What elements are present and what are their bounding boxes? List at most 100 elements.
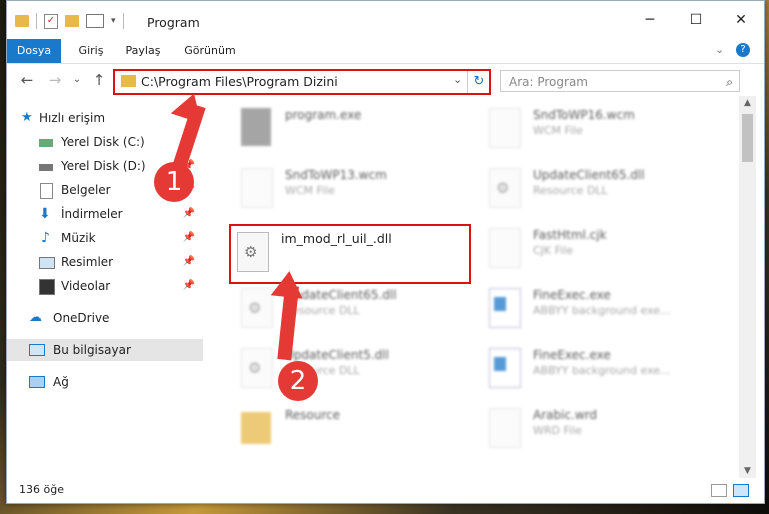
file-icon [241, 168, 273, 208]
item-count: 136 öğe [19, 483, 64, 496]
scrollbar-thumb[interactable] [742, 114, 753, 162]
file-item[interactable]: Arabic.wrd WRD File [469, 400, 709, 452]
ribbon: Dosya Giriş Paylaş Görünüm ⌄ ? [7, 39, 764, 64]
file-name: FastHtml.cjk [533, 228, 607, 242]
forward-button[interactable]: → [45, 70, 65, 90]
folder-icon [241, 412, 271, 444]
sidebar-item-label: Hızlı erişim [39, 111, 106, 125]
tab-file[interactable]: Dosya [7, 39, 61, 63]
properties-icon[interactable]: ✓ [44, 13, 58, 29]
details-view-icon[interactable] [711, 484, 727, 497]
file-item[interactable]: SndToWP13.wcm WCM File [221, 160, 461, 212]
view-icon[interactable] [86, 14, 104, 28]
file-name: program.exe [285, 108, 362, 122]
app-icon [489, 288, 521, 328]
file-type: ABBYY background exe... [533, 364, 671, 377]
file-item[interactable]: FineExec.exe ABBYY background exe... [469, 340, 709, 392]
exe-icon [241, 108, 271, 146]
step-badge-1: 1 [154, 162, 194, 202]
pin-icon: 📌 [182, 280, 195, 291]
customize-toolbar-icon[interactable]: ▾ [111, 16, 116, 26]
file-icon [489, 228, 521, 268]
pin-icon: 📌 [182, 232, 195, 243]
new-folder-icon[interactable] [65, 15, 79, 27]
sidebar-item-label: Yerel Disk (D:) [61, 159, 146, 173]
scroll-down-icon[interactable]: ▼ [739, 466, 756, 476]
divider [36, 13, 37, 29]
file-type: CJK File [533, 244, 574, 257]
sidebar-item-label: Müzik [61, 231, 96, 245]
tab-view[interactable]: Görünüm [177, 39, 243, 63]
file-name: Resource [285, 408, 341, 422]
dll-icon [489, 168, 521, 208]
folder-icon [15, 15, 29, 27]
arrowhead-icon [270, 269, 306, 299]
search-input[interactable]: Ara: Program ⌕ [500, 70, 740, 92]
star-icon: ★ [21, 110, 33, 125]
dll-icon [241, 348, 273, 388]
sidebar-item-disk-c[interactable]: Yerel Disk (C:) 📌 [7, 131, 203, 153]
music-icon: ♪ [41, 230, 50, 246]
navigation-bar: ← → ⌄ ↑ C:\Program Files\Program Dizini … [7, 64, 764, 96]
downloads-icon: ⬇ [39, 206, 51, 222]
pictures-icon [39, 257, 55, 269]
file-icon [489, 108, 521, 148]
folder-icon [121, 75, 136, 87]
vertical-scrollbar[interactable]: ▲ ▼ [739, 96, 756, 478]
file-item[interactable]: FastHtml.cjk CJK File [469, 220, 709, 272]
file-item[interactable]: UpdateClient65.dll Resource DLL [469, 160, 709, 212]
chevron-down-icon[interactable]: ⌄ [453, 73, 462, 86]
file-name: im_mod_rl_uil_.dll [281, 231, 392, 246]
sidebar-item-this-pc[interactable]: Bu bilgisayar [7, 339, 203, 361]
tiles-view-icon[interactable] [733, 484, 749, 497]
sidebar-item-label: Videolar [61, 279, 111, 293]
up-button[interactable]: ↑ [89, 70, 109, 90]
file-name: Arabic.wrd [533, 408, 598, 422]
search-placeholder: Ara: Program [509, 75, 588, 89]
file-type: WCM File [533, 124, 583, 137]
address-bar[interactable]: C:\Program Files\Program Dizini ⌄ ↻ [113, 69, 491, 95]
sidebar-item-music[interactable]: ♪ Müzik 📌 [7, 227, 203, 249]
sidebar-item-onedrive[interactable]: ☁ OneDrive [7, 307, 203, 329]
recent-locations-button[interactable]: ⌄ [67, 70, 87, 90]
minimize-button[interactable]: ─ [627, 1, 673, 39]
address-path[interactable]: C:\Program Files\Program Dizini [141, 74, 338, 89]
file-item[interactable]: program.exe [221, 100, 461, 152]
file-item[interactable]: UpdateClient5.dll Resource DLL [221, 340, 461, 392]
tab-home[interactable]: Giriş [71, 39, 111, 63]
sidebar-item-label: OneDrive [53, 311, 110, 325]
scroll-up-icon[interactable]: ▲ [739, 98, 756, 108]
sidebar-item-label: Bu bilgisayar [53, 343, 131, 357]
dll-icon [237, 232, 269, 272]
close-button[interactable]: ✕ [718, 1, 764, 39]
sidebar-item-network[interactable]: Ağ [7, 371, 203, 393]
chevron-down-icon[interactable]: ⌄ [715, 43, 724, 56]
documents-icon [40, 183, 53, 199]
highlighted-dll-file[interactable]: im_mod_rl_uil_.dll [229, 224, 471, 284]
folder-item[interactable]: Resource [221, 400, 461, 452]
sidebar-item-label: İndirmeler [61, 207, 123, 221]
file-item[interactable]: SndToWP16.wcm WCM File [469, 100, 709, 152]
back-button[interactable]: ← [17, 70, 37, 90]
drive-icon [39, 164, 53, 171]
sidebar-item-pictures[interactable]: Resimler 📌 [7, 251, 203, 273]
file-type: WCM File [285, 184, 335, 197]
dll-icon [241, 288, 273, 328]
file-name: FineExec.exe [533, 288, 611, 302]
sidebar-item-downloads[interactable]: ⬇ İndirmeler 📌 [7, 203, 203, 225]
maximize-button[interactable]: ☐ [673, 1, 719, 39]
divider [122, 13, 124, 29]
file-item[interactable]: UpdateClient65.dll Resource DLL [221, 280, 461, 332]
refresh-button[interactable]: ↻ [467, 71, 490, 93]
status-bar: 136 öğe [7, 479, 764, 501]
sidebar-item-videos[interactable]: Videolar 📌 [7, 275, 203, 297]
tab-share[interactable]: Paylaş [119, 39, 167, 63]
file-type: ABBYY background exe... [533, 304, 671, 317]
file-item[interactable]: FineExec.exe ABBYY background exe... [469, 280, 709, 332]
file-name: FineExec.exe [533, 348, 611, 362]
help-icon[interactable]: ? [736, 43, 750, 57]
cloud-icon: ☁ [29, 310, 42, 325]
file-type: Resource DLL [533, 184, 608, 197]
drive-icon [39, 139, 53, 147]
navigation-pane: ★ Hızlı erişim Yerel Disk (C:) 📌 Yerel D… [7, 99, 203, 477]
